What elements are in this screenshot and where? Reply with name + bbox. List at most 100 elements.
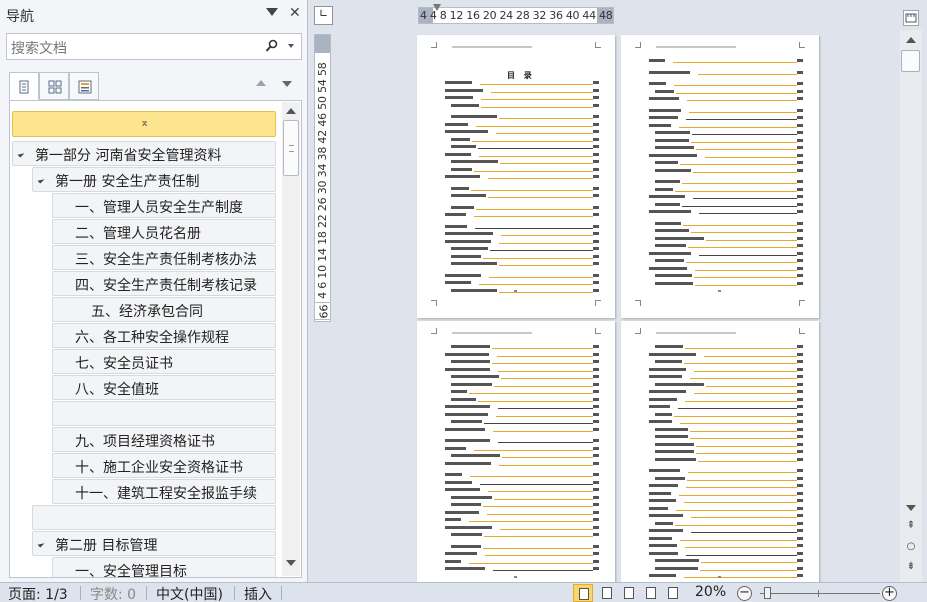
previous-heading-icon[interactable] [256, 80, 266, 86]
full-screen-reading-button[interactable] [597, 584, 617, 602]
status-bar: 页面: 1/3 字数: 0 中文(中国) 插入 20% − + [0, 582, 927, 602]
scroll-down-icon[interactable] [286, 560, 296, 566]
scroll-up-icon[interactable] [906, 37, 916, 43]
tree-scrollbar[interactable] [282, 102, 300, 576]
collapse-all-bar[interactable]: ⌅ [12, 111, 276, 137]
tree-item[interactable]: 一、管理人员安全生产制度 [52, 193, 276, 218]
toc-line [443, 288, 599, 293]
scroll-down-icon[interactable] [906, 505, 916, 511]
next-page-icon[interactable]: ⇟ [904, 561, 918, 575]
tree-item[interactable]: 第一册 安全生产责任制 [32, 167, 276, 192]
zoom-out-button[interactable]: − [737, 586, 752, 601]
crop-mark [799, 300, 805, 306]
vertical-ruler[interactable]: 2 4 6 10 14 18 22 26 30 34 38 42 46 50 5… [314, 34, 331, 322]
next-heading-icon[interactable] [282, 81, 292, 87]
tab-pages[interactable] [39, 72, 69, 100]
close-icon[interactable]: ✕ [289, 5, 301, 21]
document-scroll-thumb[interactable] [901, 50, 920, 72]
tab-headings[interactable] [9, 72, 39, 100]
tree-item-label: 二、管理人员花名册 [75, 226, 201, 242]
page-header [452, 332, 532, 334]
page-header [656, 332, 736, 334]
toc-line [647, 108, 803, 113]
web-layout-button[interactable] [619, 584, 639, 602]
draft-view-button[interactable] [663, 584, 683, 602]
toc-line [647, 491, 803, 496]
page-header [656, 46, 736, 48]
word-count[interactable]: 字数: 0 [90, 584, 136, 602]
tab-stop-icon: ∟ [319, 7, 329, 20]
document-page[interactable]: 目 录 [417, 35, 615, 318]
document-page[interactable] [621, 321, 819, 602]
zoom-in-button[interactable]: + [882, 586, 897, 601]
zoom-slider-thumb[interactable] [764, 587, 771, 599]
language-indicator[interactable]: 中文(中国) [156, 584, 223, 602]
search-options-chevron-icon[interactable] [288, 44, 294, 48]
tree-item[interactable]: 十一、建筑工程安全报监手续 [52, 479, 276, 504]
toc-line [647, 116, 803, 120]
tree-item[interactable]: 一、安全管理目标 [52, 557, 276, 577]
toc-line [443, 160, 599, 164]
zoom-slider-track[interactable] [760, 593, 880, 594]
insert-mode-indicator[interactable]: 插入 [244, 584, 272, 602]
toc-line [443, 194, 599, 198]
page-header [452, 46, 532, 48]
zoom-level[interactable]: 20% [695, 584, 726, 600]
tree-item[interactable] [32, 505, 276, 530]
browse-object-icon[interactable]: ○ [904, 541, 918, 555]
tree-item[interactable]: 四、安全生产责任制考核记录 [52, 271, 276, 296]
expand-collapse-icon[interactable] [17, 150, 25, 158]
page-number [718, 576, 721, 578]
tree-item[interactable] [52, 401, 276, 426]
tree-scroll-thumb[interactable] [283, 120, 299, 176]
toc-line [647, 450, 803, 454]
toc-line [443, 262, 599, 266]
document-scrollbar[interactable] [900, 30, 922, 582]
toc-line [443, 382, 599, 387]
search-input[interactable]: 搜索文档 [6, 33, 302, 60]
horizontal-ruler[interactable]: 4 4 8 12 16 20 24 28 32 36 40 44 48 [418, 7, 614, 24]
toc-line [443, 367, 599, 372]
ruler-icon [905, 13, 917, 23]
indent-marker-icon[interactable] [433, 4, 441, 11]
toc-line [443, 525, 599, 530]
tree-item[interactable]: 三、安全生产责任制考核办法 [52, 245, 276, 270]
tree-item[interactable]: 五、经济承包合同 [52, 297, 276, 322]
document-page[interactable] [621, 35, 819, 318]
headings-icon [19, 80, 29, 94]
expand-collapse-icon[interactable] [37, 176, 45, 184]
tree-item[interactable]: 十、施工企业安全资格证书 [52, 453, 276, 478]
search-icon[interactable] [265, 39, 279, 57]
tree-item[interactable]: 二、管理人员花名册 [52, 219, 276, 244]
tab-search-results[interactable] [69, 72, 99, 100]
outline-view-button[interactable] [641, 584, 661, 602]
previous-page-icon[interactable]: ⇞ [904, 520, 918, 534]
toc-line [647, 89, 803, 94]
pane-options-dropdown-icon[interactable] [266, 8, 278, 16]
toc-line [647, 123, 803, 128]
tree-item[interactable]: 九、项目经理资格证书 [52, 427, 276, 452]
expand-collapse-icon[interactable] [37, 540, 45, 548]
view-ruler-button[interactable] [903, 10, 919, 26]
tree-item[interactable]: 八、安全值班 [52, 375, 276, 400]
toc-line [647, 536, 803, 541]
toc-line [443, 412, 599, 417]
toc-line [443, 145, 599, 149]
tree-item[interactable]: 六、各工种安全操作规程 [52, 323, 276, 348]
document-page[interactable] [417, 321, 615, 602]
toc-line [647, 195, 803, 199]
toc-line [647, 251, 803, 256]
toc-line [647, 138, 803, 143]
toc-line [647, 412, 803, 417]
print-layout-view-button[interactable] [573, 584, 593, 602]
toc-line [443, 544, 599, 549]
toc-line [647, 529, 803, 533]
page-count[interactable]: 页面: 1/3 [8, 584, 68, 602]
tree-item[interactable]: 第一部分 河南省安全管理资料 [12, 141, 276, 166]
toc-line [647, 180, 803, 184]
scroll-up-icon[interactable] [286, 108, 296, 114]
toc-line [647, 187, 803, 192]
tree-item[interactable]: 七、安全员证书 [52, 349, 276, 374]
tab-stop-selector[interactable]: ∟ [314, 6, 333, 25]
tree-item[interactable]: 第二册 目标管理 [32, 531, 276, 556]
